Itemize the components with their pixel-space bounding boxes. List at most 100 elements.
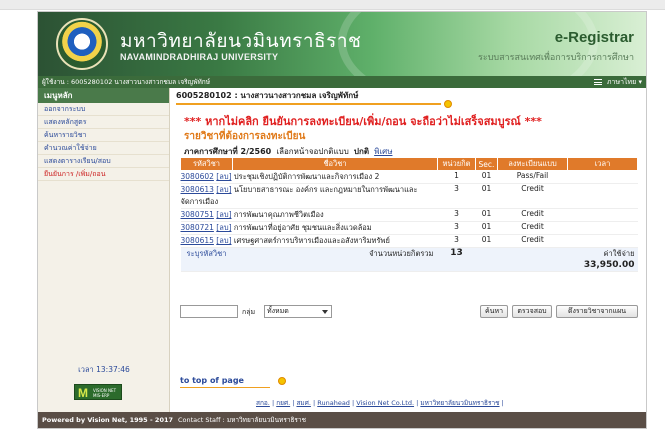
col-credit: หน่วยกิต [437,157,476,171]
col-code: รหัสวิชา [180,157,233,171]
heading-divider [176,103,441,105]
sec-cell: 01 [475,170,498,184]
fee-label: ค่าใช้จ่าย [603,249,635,258]
course-code-link[interactable]: 3080602 [181,172,214,181]
credit-cell: 3 [437,221,476,235]
link-ohec[interactable]: สกอ. [256,399,270,407]
type-cell: Pass/Fail [497,170,568,184]
type-cell: Credit [497,208,568,222]
sidebar-item-curriculum[interactable]: แสดงหลักสูตร [38,116,169,129]
delete-link[interactable]: [ลบ] [216,185,231,194]
total-credits: 13 [437,247,476,272]
course-code-input[interactable] [180,305,238,318]
type-cell: Credit [497,183,568,209]
table-row: 3080721 [ลบ] การพัฒนาที่อยู่อาศัย ชุมชนแ… [180,221,638,235]
term-normal: ปกติ [353,147,370,156]
language-switch[interactable]: ภาษาไทย ▾ [593,76,642,88]
course-name: การพัฒนาคุณภาพชีวิตเมือง [233,210,324,219]
dot-icon [278,377,286,385]
credit-cell: 3 [437,183,476,209]
course-code-link[interactable]: 3080613 [181,185,214,194]
time-cell [567,170,638,184]
university-seal-icon [56,18,108,70]
table-row: 3080602 [ลบ] ประชุมเชิงปฏิบัติการพัฒนาแล… [180,170,638,184]
term-special-link[interactable]: พิเศษ [374,147,392,156]
link-onesqa[interactable]: สมศ. [296,399,310,407]
course-code-link[interactable]: 3080751 [181,210,214,219]
course-code-link[interactable]: 3080615 [181,236,214,245]
col-time: เวลา [567,157,638,171]
page-frame: มหาวิทยาลัยนวมินทราธิราช NAVAMINDRADHIRA… [37,11,647,429]
group-value: ทั้งหมด [267,307,289,315]
sec-cell: 01 [475,221,498,235]
pull-from-plan-button[interactable]: ดึงรายวิชาจากแผน [556,305,638,318]
link-vision-net[interactable]: Vision Net Co.Ltd. [356,399,414,407]
search-row: กลุ่ม ทั้งหมด ค้นหา ตรวจสอบ ดึงรายวิชาจา… [180,305,638,319]
course-name: เศรษฐศาสตร์การบริหารเมืองและอสังหาริมทรั… [233,236,390,245]
col-name: ชื่อวิชา [232,157,438,171]
type-cell: Credit [497,221,568,235]
footer-links: สกอ. | กยศ. | สมศ. | Runahead | Vision N… [256,399,504,407]
section-title: รายวิชาที่ต้องการลงทะเบียน [184,131,306,142]
course-code-link[interactable]: 3080721 [181,223,214,232]
credit-cell: 3 [437,234,476,248]
term-label: ภาคการศึกษาที่ 2/2560 [184,147,272,156]
course-table: รหัสวิชา ชื่อวิชา หน่วยกิต Sec. ลงทะเบีย… [180,157,638,272]
time-cell [567,221,638,235]
fee-cell: ค่าใช้จ่าย 33,950.00 [567,247,638,272]
type-cell: Credit [497,234,568,248]
group-select[interactable]: ทั้งหมด [264,305,332,318]
system-subtitle: ระบบสารสนเทศเพื่อการบริการการศึกษา [478,53,634,63]
link-university[interactable]: มหาวิทยาลัยนวมินทราธิราช [420,399,499,407]
search-button[interactable]: ค้นหา [480,305,508,318]
browser-strip [0,0,665,10]
contact-staff: Contact Staff : มหาวิทยาลัยนวมินทราธิราช [178,416,306,424]
sec-cell: 01 [475,183,498,209]
sidebar-item-confirm-register[interactable]: ยืนยันการ /เพิ่ม/ถอน [38,168,169,181]
delete-link[interactable]: [ลบ] [216,223,231,232]
clock-time: เวลา 13:37:46 [78,365,130,374]
dot-icon [444,100,452,108]
col-sec: Sec. [475,157,498,171]
specify-code-label[interactable]: ระบุรหัสวิชา [180,247,233,272]
credit-cell: 1 [437,170,476,184]
menu-icon [593,79,602,85]
col-type: ลงทะเบียนแบบ [497,157,568,171]
sec-cell: 01 [475,234,498,248]
sidebar-item-calc-fee[interactable]: คำนวณค่าใช้จ่าย [38,142,169,155]
link-slf[interactable]: กยศ. [276,399,290,407]
time-cell [567,208,638,222]
term-choose-label: เลือกหน้าจอปกติแบบ [276,147,349,156]
delete-link[interactable]: [ลบ] [216,210,231,219]
link-runahead[interactable]: Runahead [317,399,350,407]
university-name-en: NAVAMINDRADHIRAJ UNIVERSITY [120,52,279,62]
delete-link[interactable]: [ลบ] [216,236,231,245]
badge-letter: M [78,386,88,400]
chevron-down-icon [322,310,328,314]
credit-cell: 3 [437,208,476,222]
user-bar: ผู้ใช้งาน : 6005280102 นางสาวนางสาวกชมล … [38,76,646,88]
check-button[interactable]: ตรวจสอบ [512,305,552,318]
badge-text: VISION NET MIS-ERP [93,388,117,398]
group-label: กลุ่ม [242,308,256,316]
table-row: 3080613 [ลบ] นโยบายสาธารณะ องค์กร และกฎห… [180,183,638,209]
system-title: e-Registrar [554,29,634,46]
warning-text: *** หากไม่คลิก ยืนยันการลงทะเบียน/เพิ่ม/… [184,115,542,128]
vision-net-logo[interactable]: M VISION NET MIS-ERP [74,384,122,400]
table-row: 3080751 [ลบ] การพัฒนาคุณภาพชีวิตเมือง 3 … [180,208,638,222]
header-banner: มหาวิทยาลัยนวมินทราธิราช NAVAMINDRADHIRA… [38,12,646,76]
language-label: ภาษาไทย [606,78,637,86]
total-row: ระบุรหัสวิชา จำนวนหน่วยกิตรวม 13 ค่าใช้จ… [180,247,638,272]
main-content: 6005280102 : นางสาวนางสาวกชมล เจริญพัทัก… [176,90,642,410]
sec-cell: 01 [475,208,498,222]
delete-link[interactable]: [ลบ] [216,172,231,181]
to-top-link[interactable]: to top of page [180,376,244,385]
course-name: ประชุมเชิงปฏิบัติการพัฒนาและกิจการเมือง … [233,172,380,181]
time-cell [567,183,638,209]
time-cell [567,234,638,248]
sidebar-item-timetable[interactable]: แสดงตารางเรียน/สอบ [38,155,169,168]
student-heading: 6005280102 : นางสาวนางสาวกชมล เจริญพัทัก… [176,91,359,100]
total-label: จำนวนหน่วยกิตรวม [232,247,438,272]
sidebar-item-search-course[interactable]: ค้นหารายวิชา [38,129,169,142]
sidebar-item-logout[interactable]: ออกจากระบบ [38,103,169,116]
